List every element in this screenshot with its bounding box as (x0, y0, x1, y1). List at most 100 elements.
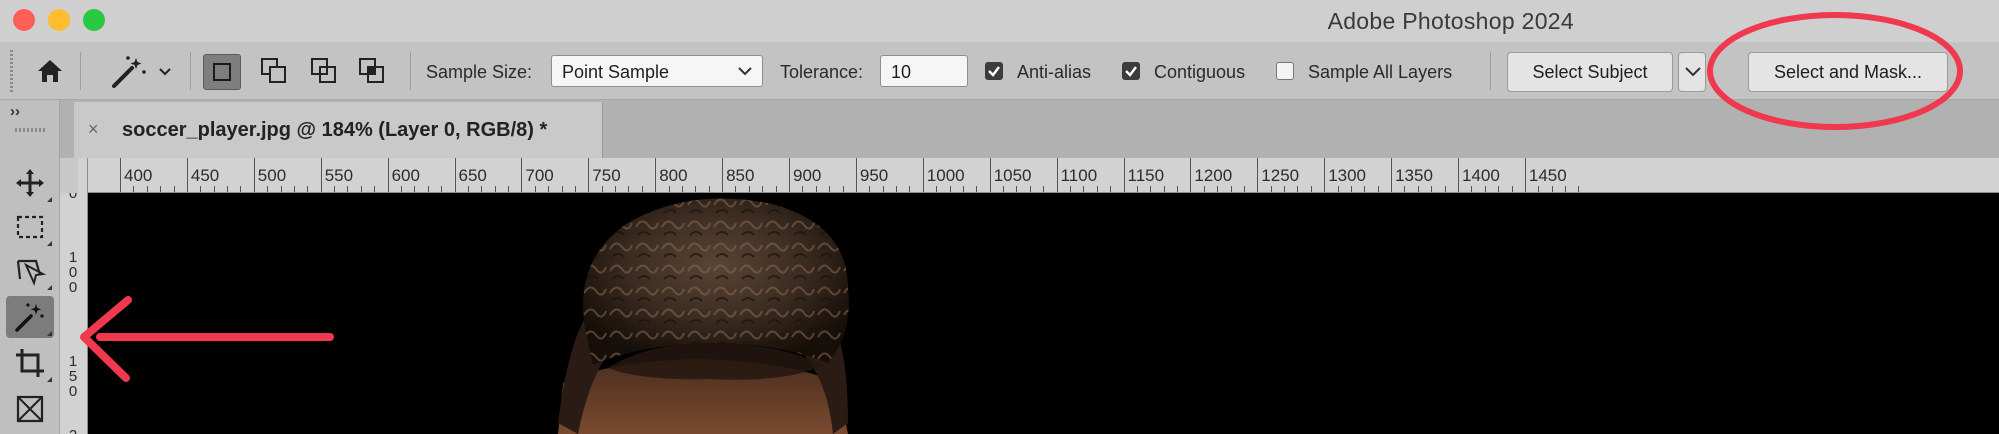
ruler-label: 1000 (926, 166, 965, 185)
select-subject-button[interactable]: Select Subject (1507, 52, 1673, 92)
minimize-window-button[interactable] (48, 9, 70, 31)
ruler-minor-tick (374, 186, 376, 192)
ruler-minor-tick (1177, 186, 1179, 192)
ruler-major-tick (1324, 158, 1326, 192)
chevron-down-icon (738, 67, 752, 76)
object-selection-tool[interactable] (6, 250, 54, 292)
ruler-minor-tick (1431, 186, 1433, 192)
ruler-label: 1100 (1060, 166, 1098, 185)
crop-icon (16, 349, 44, 377)
magic-wand-icon (15, 303, 44, 332)
ruler-minor-tick (240, 186, 242, 192)
checkmark-icon (988, 66, 1000, 77)
ruler-minor-tick (400, 186, 402, 192)
select-subject-options-button[interactable] (1678, 52, 1706, 92)
anti-alias-checkbox[interactable] (985, 62, 1003, 80)
ruler-minor-tick (748, 186, 750, 192)
ruler-minor-tick (1578, 186, 1580, 192)
ruler-minor-tick (695, 186, 697, 192)
ruler-minor-tick (494, 186, 496, 192)
ruler-label: 550 (324, 166, 354, 185)
ruler-minor-tick (1163, 186, 1165, 192)
move-tool[interactable] (6, 162, 54, 204)
ruler-major-tick (588, 158, 590, 192)
ruler-minor-tick (1016, 186, 1018, 192)
ruler-major-tick (1257, 158, 1259, 192)
ruler-label: 1250 (1261, 166, 1300, 185)
ruler-minor-tick (735, 186, 737, 192)
sample-all-layers-checkbox[interactable] (1276, 62, 1294, 80)
ruler-major-tick (855, 158, 857, 192)
magic-wand-tool[interactable] (6, 296, 54, 338)
new-selection-button[interactable] (203, 54, 241, 90)
ruler-label: 1350 (1395, 166, 1433, 185)
ruler-label: 750 (592, 166, 621, 185)
ruler-minor-tick (427, 186, 429, 192)
ruler-minor-tick (708, 186, 710, 192)
ruler-minor-tick (1377, 186, 1379, 192)
toolbar-collapse-button[interactable]: ›› (10, 104, 20, 119)
toolbar-grip[interactable] (15, 128, 45, 132)
ruler-major-tick (989, 158, 991, 192)
ruler-major-tick (387, 158, 389, 192)
ruler-minor-tick (1203, 186, 1205, 192)
chevron-down-icon (1685, 67, 1701, 77)
add-to-selection-icon (261, 58, 286, 83)
zoom-window-button[interactable] (83, 9, 105, 31)
ruler-minor-tick (829, 186, 831, 192)
ruler-minor-tick (1243, 186, 1245, 192)
subtract-from-selection-button[interactable] (306, 54, 344, 90)
add-to-selection-button[interactable] (256, 54, 294, 90)
document-tab[interactable]: × soccer_player.jpg @ 184% (Layer 0, RGB… (74, 102, 603, 158)
options-bar-grip[interactable] (10, 50, 13, 92)
ruler-minor-tick (293, 186, 295, 192)
options-bar: Sample Size: Point Sample Tolerance: 10 … (0, 42, 1999, 100)
close-window-button[interactable] (13, 9, 35, 31)
ruler-label: 800 (659, 166, 688, 185)
ruler-minor-tick (133, 186, 135, 192)
ruler-corner[interactable] (60, 158, 78, 193)
magic-wand-icon (112, 56, 171, 88)
rectangular-marquee-tool[interactable] (6, 206, 54, 248)
ruler-minor-tick (949, 186, 951, 192)
intersect-with-selection-button[interactable] (354, 54, 392, 90)
sample-size-select[interactable]: Point Sample (551, 55, 763, 87)
ruler-minor-tick (1150, 186, 1152, 192)
app-title: Adobe Photoshop 2024 (1327, 8, 1574, 34)
vertical-ruler[interactable]: 01001502 (60, 158, 88, 434)
close-tab-icon[interactable]: × (88, 119, 99, 140)
ruler-label: 150 (68, 353, 78, 400)
ruler-major-tick (1524, 158, 1526, 192)
ruler-minor-tick (869, 186, 871, 192)
contiguous-checkbox[interactable] (1122, 62, 1140, 80)
ruler-minor-tick (1230, 186, 1232, 192)
tool-preset-picker[interactable] (108, 52, 174, 92)
ruler-minor-tick (1444, 186, 1446, 192)
select-and-mask-button[interactable]: Select and Mask... (1748, 52, 1948, 92)
ruler-minor-tick (1484, 186, 1486, 192)
ruler-major-tick (186, 158, 188, 192)
ruler-minor-tick (1136, 186, 1138, 192)
document-canvas[interactable] (88, 193, 1999, 434)
ruler-label: 1150 (1127, 166, 1165, 185)
ruler-minor-tick (1096, 186, 1098, 192)
tolerance-input[interactable]: 10 (880, 55, 968, 87)
frame-icon (16, 395, 44, 423)
ruler-minor-tick (1310, 186, 1312, 192)
ruler-label: 1200 (1194, 166, 1233, 185)
frame-tool[interactable] (6, 388, 54, 430)
document-tab-strip: × soccer_player.jpg @ 184% (Layer 0, RGB… (60, 100, 1999, 158)
ruler-minor-tick (1270, 186, 1272, 192)
move-icon (16, 169, 44, 197)
tools-panel: ›› (0, 100, 60, 434)
crop-tool[interactable] (6, 342, 54, 384)
title-bar: Adobe Photoshop 2024 (0, 0, 1999, 42)
ruler-minor-tick (882, 186, 884, 192)
home-button[interactable] (30, 52, 70, 90)
ruler-minor-tick (1471, 186, 1473, 192)
ruler-minor-tick (1110, 186, 1112, 192)
ruler-label: 1400 (1462, 166, 1500, 185)
horizontal-ruler[interactable]: 400 450 500 550 600 650 700 750 800 850 900 950 1000… (78, 158, 1999, 193)
ruler-major-tick (722, 158, 724, 192)
ruler-minor-tick (775, 186, 777, 192)
